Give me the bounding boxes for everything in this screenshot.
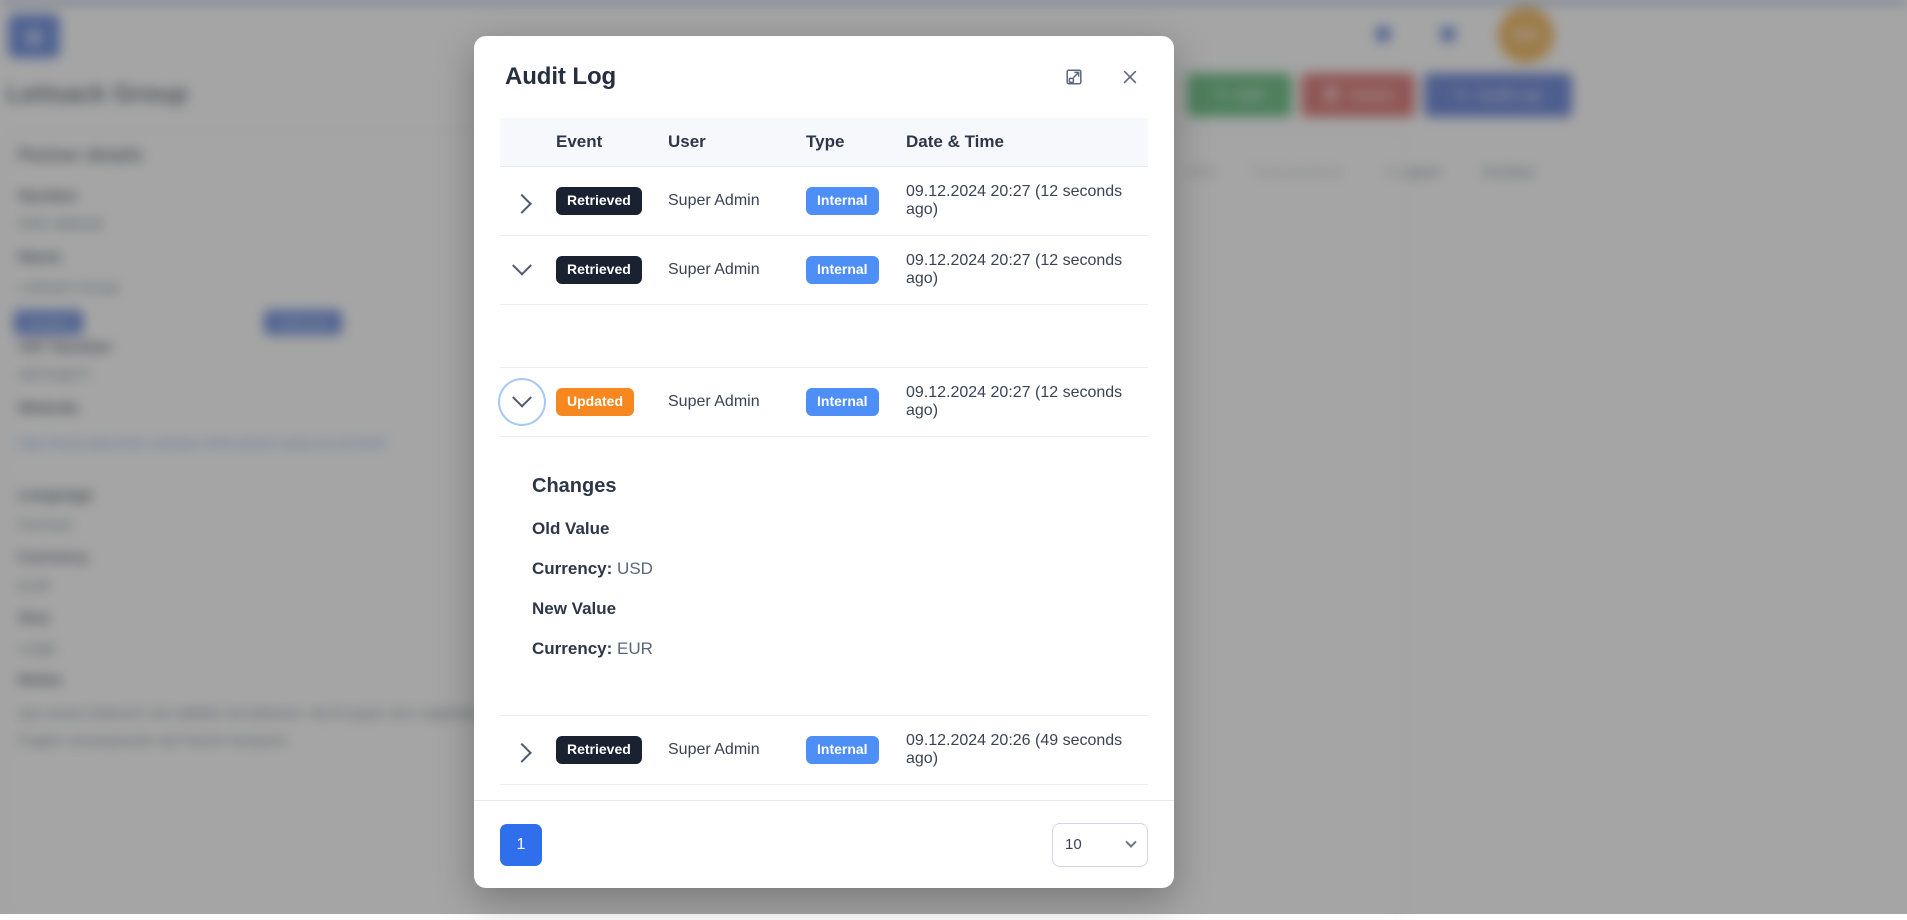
dialog-title: Audit Log <box>505 63 616 91</box>
col-event: Event <box>556 118 668 167</box>
old-value-line: Currency: USD <box>532 559 1148 579</box>
table-row[interactable]: Retrieved Super AdminInternal 09.12.2024 2… <box>500 236 1148 305</box>
chevron-down-icon[interactable] <box>500 248 544 292</box>
table-head: Event User Type Date & Time <box>500 118 1148 167</box>
user-cell: Super Admin <box>668 236 806 305</box>
close-icon[interactable] <box>1117 64 1143 90</box>
user-cell: Super Admin <box>668 716 806 785</box>
event-cell: Updated <box>556 368 668 437</box>
datetime-cell: 09.12.2024 20:26 (49 seconds ago) <box>906 716 1148 785</box>
dialog-footer: 1 10 <box>474 800 1174 888</box>
changes-panel: Changes Old Value Currency: USD New Value Cu… <box>500 449 1148 703</box>
type-cell: Internal <box>806 167 906 236</box>
pagination: 1 <box>500 824 542 866</box>
row-expand-cell[interactable] <box>500 716 556 785</box>
table-row[interactable]: Updated Super AdminInternal 09.12.2024 20:… <box>500 368 1148 437</box>
new-value-heading: New Value <box>532 599 1148 619</box>
rows-per-page-select[interactable]: 10 <box>1052 823 1148 867</box>
type-cell: Internal <box>806 785 906 801</box>
col-expand <box>500 118 556 167</box>
col-type: Type <box>806 118 906 167</box>
audit-log-table: Event User Type Date & Time RetrievedSup… <box>500 118 1148 800</box>
datetime-cell: 09.12.2024 20:27 (12 seconds ago) <box>906 368 1148 437</box>
old-value-key: Currency: <box>532 559 612 578</box>
new-value-line: Currency: EUR <box>532 639 1148 659</box>
chevron-right-icon[interactable] <box>500 797 544 800</box>
type-cell: Internal <box>806 236 906 305</box>
audit-log-dialog: Audit Log E <box>474 36 1174 888</box>
row-detail: Changes Old Value Currency: USD New Value Cu… <box>500 437 1148 716</box>
chevron-down-icon[interactable] <box>500 380 544 424</box>
chevron-down-icon <box>1125 836 1136 847</box>
dialog-header: Audit Log <box>474 36 1174 118</box>
chevron-glyph <box>512 256 532 276</box>
table-row[interactable]: RetrievedSuper AdminInternal09.12.2024 2… <box>500 785 1148 801</box>
rows-per-page-value: 10 <box>1065 836 1082 853</box>
type-badge: Internal <box>806 187 879 215</box>
event-badge: Retrieved <box>556 187 642 215</box>
event-cell: Retrieved <box>556 167 668 236</box>
row-detail <box>500 305 1148 368</box>
chevron-right-icon[interactable] <box>500 728 544 772</box>
table-row[interactable]: Retrieved Super AdminInternal 09.12.2024 2… <box>500 716 1148 785</box>
event-cell: Retrieved <box>556 785 668 801</box>
col-datetime: Date & Time <box>906 118 1148 167</box>
chevron-right-icon[interactable] <box>500 179 544 223</box>
dialog-body[interactable]: Event User Type Date & Time RetrievedSup… <box>474 118 1174 800</box>
table-row[interactable]: Retrieved Super AdminInternal 09.12.2024 2… <box>500 167 1148 236</box>
row-expand-cell[interactable] <box>500 785 556 801</box>
row-detail-cell: Changes Old Value Currency: USD New Value Cu… <box>500 437 1148 716</box>
event-cell: Retrieved <box>556 716 668 785</box>
datetime-cell: 09.12.2024 20:27 (12 seconds ago) <box>906 236 1148 305</box>
old-value-heading: Old Value <box>532 519 1148 539</box>
type-cell: Internal <box>806 716 906 785</box>
page-button-1[interactable]: 1 <box>500 824 542 866</box>
new-value-value: EUR <box>617 639 653 658</box>
old-value-value: USD <box>617 559 653 578</box>
type-badge: Internal <box>806 388 879 416</box>
type-badge: Internal <box>806 736 879 764</box>
event-badge: Retrieved <box>556 736 642 764</box>
new-value-key: Currency: <box>532 639 612 658</box>
row-expand-cell[interactable] <box>500 368 556 437</box>
chevron-glyph <box>512 743 532 763</box>
row-expand-cell[interactable] <box>500 167 556 236</box>
datetime-cell: 09.12.2024 20:27 (12 seconds ago) <box>906 167 1148 236</box>
table-body: RetrievedSuper AdminInternal09.12.2024 2… <box>500 167 1148 801</box>
row-detail-cell <box>500 305 1148 368</box>
row-expand-cell[interactable] <box>500 236 556 305</box>
event-cell: Retrieved <box>556 236 668 305</box>
empty-detail <box>500 317 1148 355</box>
user-cell: Super Admin <box>668 167 806 236</box>
type-badge: Internal <box>806 256 879 284</box>
dialog-header-actions <box>1061 64 1143 90</box>
changes-title: Changes <box>532 475 1148 498</box>
user-cell: Super Admin <box>668 785 806 801</box>
event-badge: Retrieved <box>556 256 642 284</box>
chevron-glyph <box>512 194 532 214</box>
event-badge: Updated <box>556 388 634 416</box>
user-cell: Super Admin <box>668 368 806 437</box>
datetime-cell: 09.12.2024 20:26 (1 minute ago) <box>906 785 1148 801</box>
col-user: User <box>668 118 806 167</box>
external-link-icon[interactable] <box>1061 64 1087 90</box>
table-header-row: Event User Type Date & Time <box>500 118 1148 167</box>
type-cell: Internal <box>806 368 906 437</box>
chevron-glyph <box>512 388 532 408</box>
